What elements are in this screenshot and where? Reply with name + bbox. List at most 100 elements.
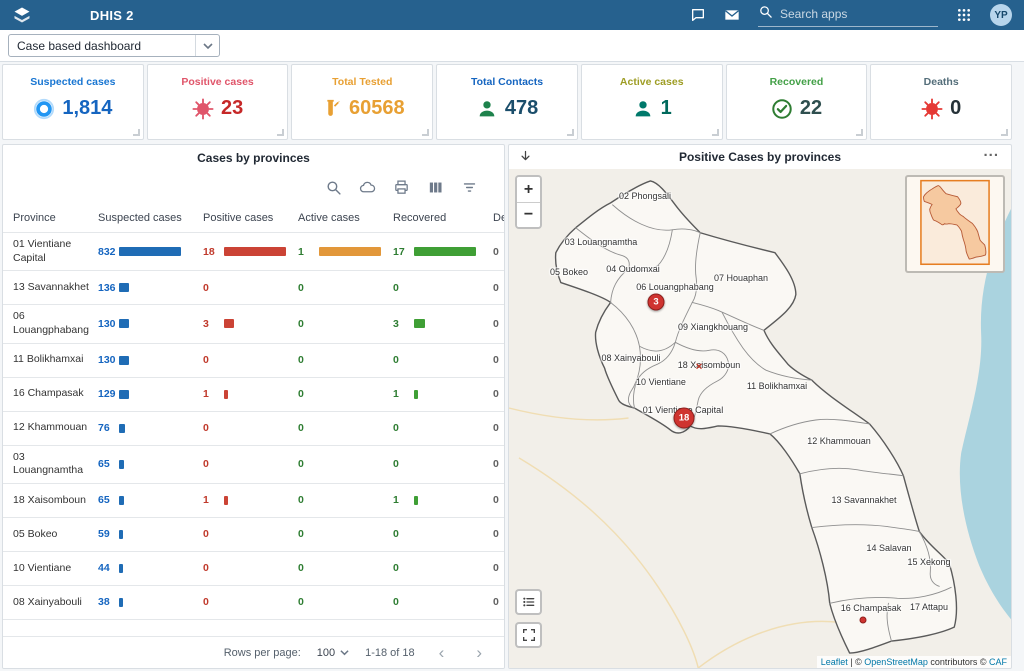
table-row[interactable]: 12 Khammouan760000 xyxy=(3,412,504,446)
value-bar xyxy=(119,283,129,292)
value-bar xyxy=(414,319,425,328)
cell-positive: 0 xyxy=(203,354,298,366)
table-row[interactable]: 03 Louangnamtha650000 xyxy=(3,446,504,484)
stat-card[interactable]: Positive cases23 xyxy=(147,64,289,140)
stat-card[interactable]: Suspected cases1,814 xyxy=(2,64,144,140)
dashboard-selector[interactable]: Case based dashboard xyxy=(8,34,220,57)
stat-card-body: 22 xyxy=(771,97,822,120)
dhis2-logo-icon[interactable] xyxy=(12,5,32,25)
filter-icon[interactable] xyxy=(461,179,478,196)
column-header-active[interactable]: Active cases xyxy=(298,212,393,224)
column-header-suspected[interactable]: Suspected cases xyxy=(98,212,203,224)
table-row[interactable]: 06 Louangphabang1303030 xyxy=(3,305,504,343)
province-cell: 13 Savannakhet xyxy=(13,276,98,300)
caf-link[interactable]: CAF xyxy=(989,657,1007,667)
province-label: 07 Houaphan xyxy=(714,273,768,283)
map-panel-title: Positive Cases by provinces xyxy=(679,150,841,164)
value-bar xyxy=(414,496,418,505)
province-label: 15 Xekong xyxy=(907,557,950,567)
leaflet-link[interactable]: Leaflet xyxy=(821,657,848,667)
data-table-toggle-button[interactable] xyxy=(515,589,542,615)
search-icon[interactable] xyxy=(325,179,342,196)
chevron-down-icon xyxy=(195,35,219,56)
openstreetmap-link[interactable]: OpenStreetMap xyxy=(864,657,928,667)
stat-card[interactable]: Total Contacts478 xyxy=(436,64,578,140)
table-row[interactable]: 18 Xaisomboun651010 xyxy=(3,484,504,518)
column-header-positive[interactable]: Positive cases xyxy=(203,212,298,224)
value-bar xyxy=(119,598,123,607)
cell-value: 65 xyxy=(98,494,119,506)
stat-card-body: 1 xyxy=(632,97,672,120)
apps-grid-icon[interactable] xyxy=(956,7,972,23)
case-dot-marker xyxy=(860,617,867,624)
zoom-in-button[interactable]: + xyxy=(517,177,540,202)
cell-deaths: 0 xyxy=(493,246,505,258)
table-row[interactable]: 05 Bokeo590000 xyxy=(3,518,504,552)
value-bar xyxy=(414,247,476,256)
fullscreen-button[interactable] xyxy=(515,622,542,648)
table-row[interactable]: 13 Savannakhet1360000 xyxy=(3,271,504,305)
stat-card[interactable]: Active cases1 xyxy=(581,64,723,140)
cell-positive: 0 xyxy=(203,282,298,294)
stat-card[interactable]: Recovered22 xyxy=(726,64,868,140)
cell-value: 1 xyxy=(393,494,414,506)
stat-card[interactable]: Deaths 0 xyxy=(870,64,1012,140)
stat-card[interactable]: Total Tested60568 xyxy=(291,64,433,140)
province-cell: 12 Khammouan xyxy=(13,416,98,440)
column-header-deaths[interactable]: Deaths xyxy=(493,212,505,224)
messages-icon[interactable] xyxy=(690,7,706,23)
cloud-download-icon[interactable] xyxy=(359,179,376,196)
column-header-province[interactable]: Province xyxy=(13,212,98,224)
column-header-recovered[interactable]: Recovered xyxy=(393,212,493,224)
cell-value: 0 xyxy=(493,422,505,434)
cell-deaths: 0 xyxy=(493,388,505,400)
cell-deaths: 0 xyxy=(493,528,505,540)
print-icon[interactable] xyxy=(393,179,410,196)
cell-positive: 18 xyxy=(203,246,298,258)
cell-positive: 1 xyxy=(203,388,298,400)
case-count-marker[interactable]: 3 xyxy=(648,294,665,311)
email-icon[interactable] xyxy=(724,7,740,23)
table-row[interactable]: 08 Xainyabouli380000 xyxy=(3,586,504,620)
list-icon xyxy=(521,594,537,610)
map-area[interactable]: + − Leaflet | © OpenStreetMap xyxy=(509,169,1011,668)
previous-page-button[interactable]: ‹ xyxy=(431,644,453,661)
cell-value: 129 xyxy=(98,388,119,400)
vial-icon xyxy=(320,98,342,120)
province-label: 13 Savannakhet xyxy=(831,495,896,505)
rows-per-page-select[interactable]: 100 xyxy=(317,647,349,659)
user-avatar[interactable]: YP xyxy=(990,4,1012,26)
resize-handle-icon xyxy=(277,129,284,136)
zoom-out-button[interactable]: − xyxy=(517,202,540,227)
table-row[interactable]: 10 Vientiane440000 xyxy=(3,552,504,586)
columns-icon[interactable] xyxy=(427,179,444,196)
cell-value: 0 xyxy=(298,494,319,506)
overview-minimap[interactable] xyxy=(905,175,1005,273)
table-row[interactable]: 11 Bolikhamxai1300000 xyxy=(3,344,504,378)
table-pagination: Rows per page: 100 1-18 of 18 ‹ › xyxy=(3,636,504,668)
map-zoom-control: + − xyxy=(515,175,542,229)
search-apps-input[interactable] xyxy=(780,7,938,21)
stat-card-value: 23 xyxy=(221,97,243,120)
resize-handle-icon xyxy=(856,129,863,136)
next-page-button[interactable]: › xyxy=(468,644,490,661)
cell-value: 38 xyxy=(98,596,119,608)
cell-deaths: 0 xyxy=(493,458,505,470)
province-cell: 10 Vientiane xyxy=(13,557,98,581)
cell-value: 0 xyxy=(203,596,224,608)
province-label: 02 Phongsali xyxy=(619,191,671,201)
cell-suspected: 832 xyxy=(98,246,203,258)
table-row[interactable]: 01 Vientiane Capital832181170 xyxy=(3,233,504,271)
cell-value: 0 xyxy=(493,354,505,366)
stat-card-value: 1,814 xyxy=(62,97,112,120)
download-icon[interactable] xyxy=(518,149,533,164)
case-count-marker[interactable]: 18 xyxy=(674,408,695,429)
table-row[interactable]: 16 Champasak1291010 xyxy=(3,378,504,412)
stat-card-label: Deaths xyxy=(924,76,959,88)
cell-value: 17 xyxy=(393,246,414,258)
cell-positive: 0 xyxy=(203,562,298,574)
value-bar xyxy=(119,564,123,573)
stat-card-body: 0 xyxy=(921,97,961,120)
cell-value: 18 xyxy=(203,246,224,258)
more-options-button[interactable]: ... xyxy=(983,144,999,160)
